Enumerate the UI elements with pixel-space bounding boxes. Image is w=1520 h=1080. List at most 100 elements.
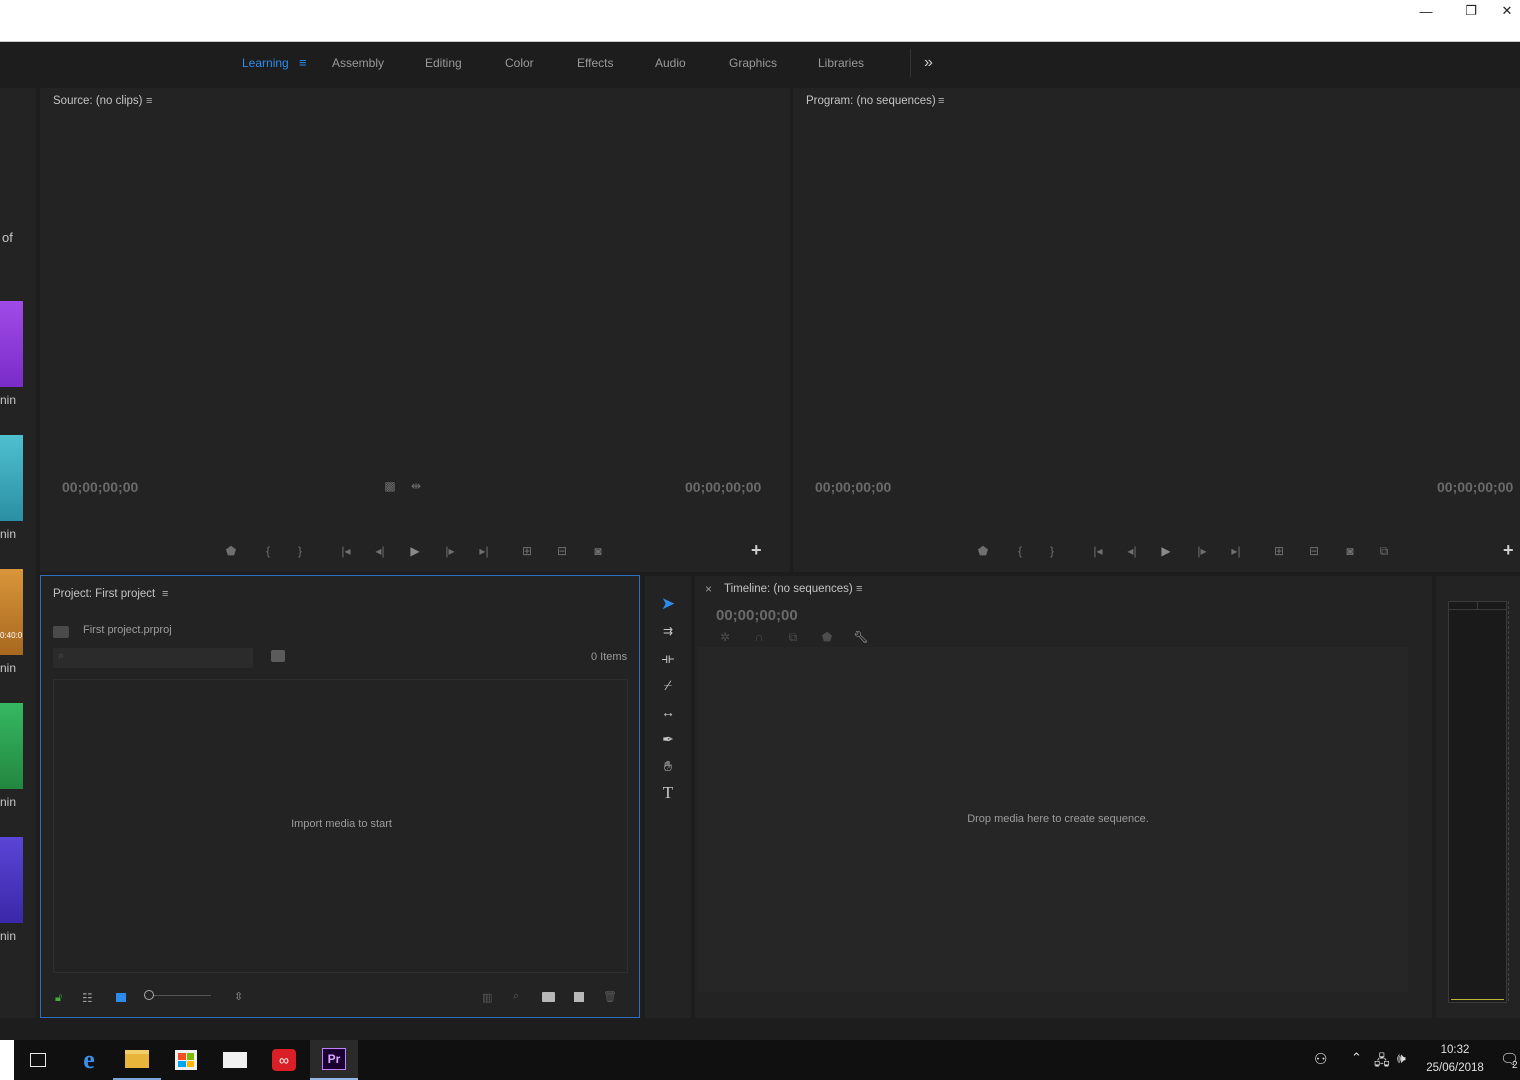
snap-icon[interactable]: ∩ — [749, 629, 769, 645]
panel-menu-icon[interactable]: ≡ — [938, 95, 944, 107]
tab-graphics[interactable]: Graphics — [729, 43, 777, 83]
lift-icon[interactable]: ⊞ — [1269, 543, 1289, 559]
tab-audio[interactable]: Audio — [655, 43, 686, 83]
new-item-icon[interactable] — [574, 992, 584, 1002]
icon-view-icon[interactable] — [116, 993, 126, 1002]
go-to-in-icon[interactable]: |◂ — [1088, 543, 1108, 559]
drag-video-icon[interactable]: ▩ — [380, 478, 400, 494]
selection-tool-icon[interactable]: ➤ — [655, 592, 681, 616]
clear-icon[interactable]: 🗑︎ — [603, 990, 617, 1003]
show-hidden-icons-icon[interactable]: ⌃ — [1351, 1050, 1362, 1066]
timeline-settings-icon[interactable]: 🔧︎ — [851, 629, 871, 645]
tutorial-thumbnail[interactable] — [0, 703, 23, 789]
panel-menu-icon[interactable]: ≡ — [146, 95, 152, 107]
pen-tool-icon[interactable]: ✒ — [655, 727, 681, 751]
tutorial-thumbnail[interactable] — [0, 301, 23, 387]
tab-effects[interactable]: Effects — [577, 43, 613, 83]
nest-icon[interactable]: ✲ — [715, 629, 735, 645]
volume-icon[interactable]: 🕪︎ — [1397, 1050, 1406, 1067]
step-forward-icon[interactable]: |▸ — [1192, 543, 1212, 559]
tab-assembly[interactable]: Assembly — [332, 43, 384, 83]
tab-learning[interactable]: Learning — [242, 43, 289, 83]
mark-in-icon[interactable]: { — [258, 543, 278, 559]
sort-icons-icon[interactable]: ⇳ — [234, 990, 243, 1003]
track-select-tool-icon[interactable]: ⇉ — [655, 619, 681, 643]
drag-audio-icon[interactable]: ⇹ — [406, 478, 426, 494]
timeline-drop-area[interactable]: Drop media here to create sequence. — [698, 647, 1408, 992]
list-view-icon[interactable]: ☷ — [82, 991, 93, 1005]
play-icon[interactable]: ▶ — [1156, 543, 1176, 559]
tab-color[interactable]: Color — [505, 43, 534, 83]
go-to-out-icon[interactable]: ▸| — [1226, 543, 1246, 559]
tutorial-thumbnail[interactable] — [0, 837, 23, 923]
new-search-bin-icon[interactable] — [271, 650, 285, 662]
step-back-icon[interactable]: ◂| — [370, 543, 390, 559]
mark-in-icon[interactable]: { — [1010, 543, 1030, 559]
workspace-menu-icon[interactable]: ≡ — [299, 43, 307, 83]
more-workspaces-icon[interactable]: » — [924, 43, 933, 83]
mail-icon[interactable] — [211, 1040, 259, 1080]
button-editor-icon[interactable]: + — [751, 540, 762, 561]
file-explorer-icon[interactable] — [113, 1040, 161, 1080]
timeline-timecode[interactable]: 00;00;00;00 — [716, 607, 798, 624]
start-button-edge[interactable] — [0, 1040, 14, 1080]
tab-libraries[interactable]: Libraries — [818, 43, 864, 83]
close-button[interactable]: ✕ — [1494, 0, 1520, 22]
razor-tool-icon[interactable]: ⌿ — [655, 673, 681, 697]
find-icon[interactable]: ⌕ — [513, 990, 519, 1003]
zoom-slider-thumb[interactable] — [144, 990, 154, 1000]
panel-menu-icon[interactable]: ≡ — [856, 583, 862, 595]
store-icon[interactable] — [162, 1040, 210, 1080]
mark-out-icon[interactable]: } — [290, 543, 310, 559]
export-frame-icon[interactable]: ◙ — [1340, 543, 1360, 559]
premiere-pro-icon[interactable]: Pr — [310, 1040, 358, 1080]
source-playhead-timecode[interactable]: 00;00;00;00 — [62, 479, 138, 495]
mark-out-icon[interactable]: } — [1042, 543, 1062, 559]
automate-to-sequence-icon[interactable]: ▥ — [482, 991, 492, 1004]
tutorial-duration: nin — [0, 661, 17, 675]
add-marker-icon[interactable]: ⬟ — [221, 543, 241, 559]
zoom-slider-track[interactable] — [144, 995, 211, 996]
project-search-input[interactable]: ⌕ — [53, 648, 253, 668]
task-view-icon[interactable] — [14, 1040, 62, 1080]
slip-tool-icon[interactable]: ↔ — [655, 700, 681, 724]
project-media-area[interactable]: Import media to start — [53, 679, 628, 973]
hand-tool-icon[interactable]: ✋︎ — [655, 754, 681, 778]
go-to-out-icon[interactable]: ▸| — [474, 543, 494, 559]
edge-browser-icon[interactable]: e — [65, 1040, 113, 1080]
play-icon[interactable]: ▶ — [405, 543, 425, 559]
restore-button[interactable]: ❐ — [1448, 0, 1494, 22]
step-back-icon[interactable]: ◂| — [1122, 543, 1142, 559]
step-forward-icon[interactable]: |▸ — [440, 543, 460, 559]
clock-time[interactable]: 10:32 — [1425, 1044, 1485, 1056]
extract-icon[interactable]: ⊟ — [1304, 543, 1324, 559]
audio-meters-panel — [1436, 576, 1520, 1018]
linked-selection-icon[interactable]: ⧉ — [783, 629, 803, 645]
audio-meter — [1448, 601, 1507, 1003]
people-icon[interactable]: ⚇ — [1314, 1050, 1327, 1068]
add-marker-icon[interactable]: ⬟ — [817, 629, 837, 645]
export-frame-icon[interactable]: ◙ — [588, 543, 608, 559]
minimize-button[interactable]: — — [1403, 0, 1449, 22]
new-bin-icon[interactable] — [542, 992, 555, 1002]
tutorial-thumbnail[interactable]: 0:40:0 — [0, 569, 23, 655]
overwrite-icon[interactable]: ⊟ — [552, 543, 572, 559]
tutorial-overlay-timecode: 0:40:0 — [0, 631, 23, 640]
network-icon[interactable]: 🖧︎ — [1374, 1050, 1390, 1074]
button-editor-icon[interactable]: + — [1503, 540, 1514, 561]
type-tool-icon[interactable]: T — [655, 781, 681, 805]
minimize-icon: — — [1419, 3, 1433, 19]
tutorial-thumbnail[interactable] — [0, 435, 23, 521]
insert-icon[interactable]: ⊞ — [517, 543, 537, 559]
program-playhead-timecode[interactable]: 00;00;00;00 — [815, 479, 891, 495]
creative-cloud-icon[interactable]: ∞ — [260, 1040, 308, 1080]
add-marker-icon[interactable]: ⬟ — [973, 543, 993, 559]
tab-editing[interactable]: Editing — [425, 43, 462, 83]
go-to-in-icon[interactable]: |◂ — [336, 543, 356, 559]
lock-icon[interactable]: 🔓︎ — [55, 992, 62, 1005]
timeline-close-icon[interactable]: × — [705, 582, 712, 596]
panel-menu-icon[interactable]: ≡ — [162, 588, 168, 600]
clock-date[interactable]: 25/06/2018 — [1420, 1062, 1490, 1074]
comparison-view-icon[interactable]: ⧉ — [1374, 543, 1394, 559]
ripple-edit-tool-icon[interactable]: ⟛ — [655, 646, 681, 670]
